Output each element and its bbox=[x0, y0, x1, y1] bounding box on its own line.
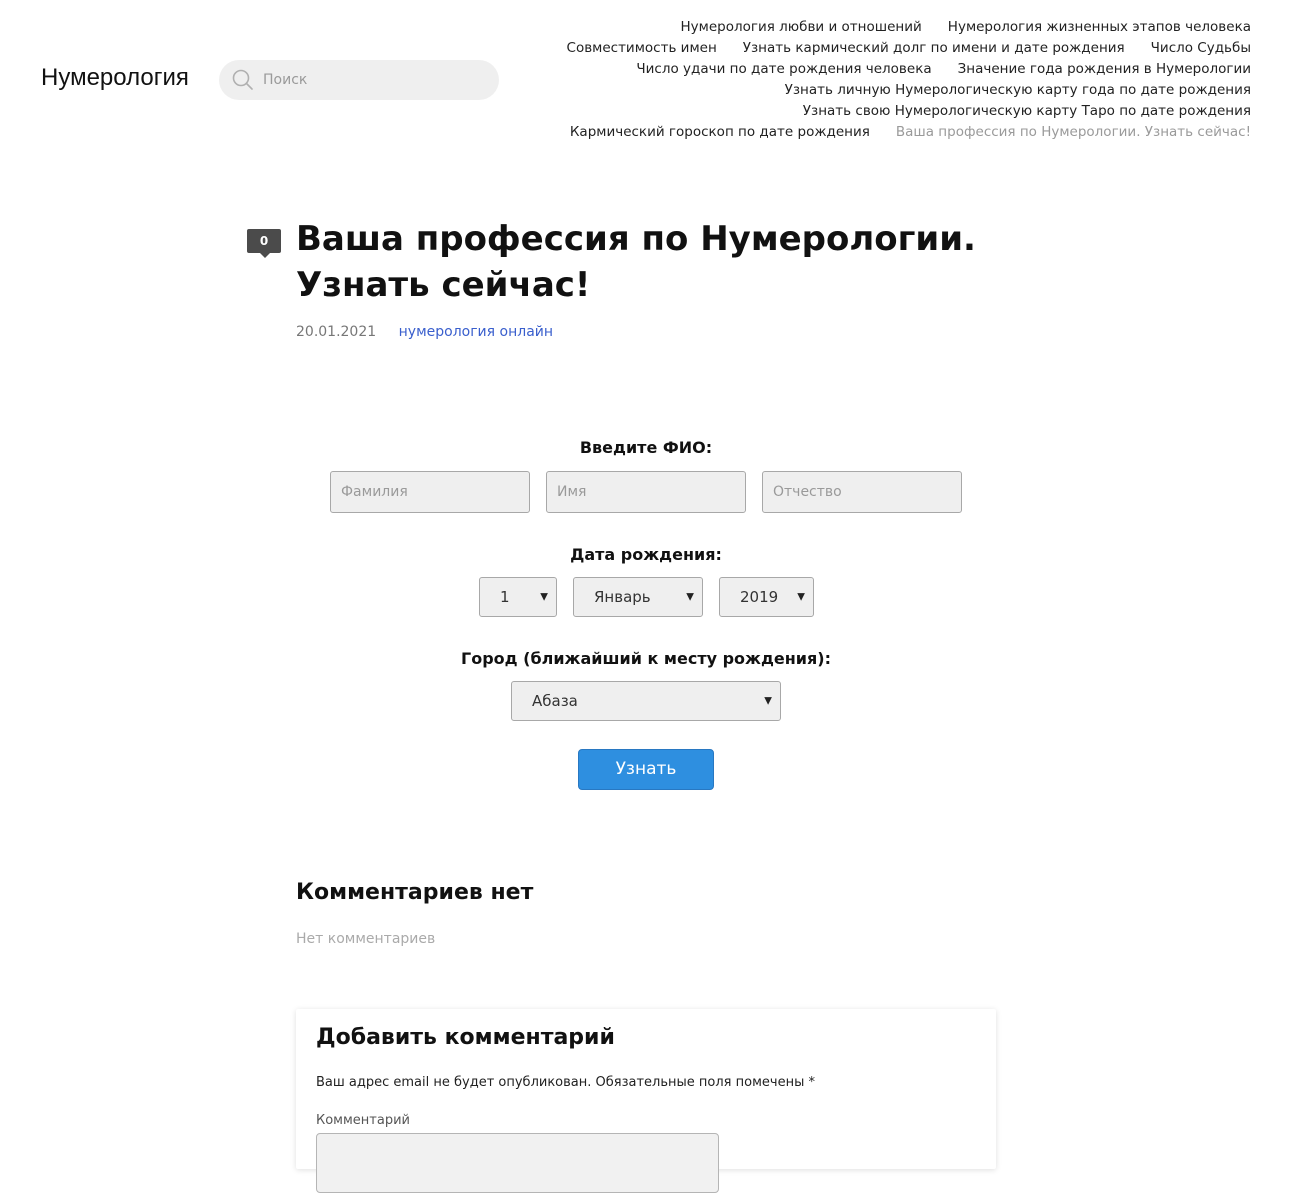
nav-link[interactable]: Кармический гороскоп по дате рождения bbox=[570, 124, 870, 140]
nav-link[interactable]: Узнать кармический долг по имени и дате … bbox=[743, 40, 1125, 56]
nav-row: Число удачи по дате рождения человека Зна… bbox=[531, 59, 1251, 80]
reply-notes: Ваш адрес email не будет опубликован. Об… bbox=[316, 1075, 815, 1090]
caret-down-icon: ▼ bbox=[540, 591, 548, 603]
name-field[interactable] bbox=[546, 471, 746, 513]
city-select-value: Абаза bbox=[532, 692, 578, 710]
search-icon bbox=[232, 69, 253, 90]
nav-row: Кармический гороскоп по дате рождения Ваш… bbox=[531, 122, 1251, 143]
nav-link[interactable]: Число удачи по дате рождения человека bbox=[636, 61, 931, 77]
comment-textarea[interactable] bbox=[316, 1133, 719, 1193]
year-select[interactable]: 2019 ▼ bbox=[719, 577, 814, 617]
city-label: Город (ближайший к месту рождения): bbox=[461, 649, 831, 668]
caret-down-icon: ▼ bbox=[797, 591, 805, 603]
caret-down-icon: ▼ bbox=[686, 591, 694, 603]
comment-field-label: Комментарий bbox=[316, 1113, 410, 1128]
nav-link[interactable]: Нумерология любви и отношений bbox=[681, 19, 922, 35]
no-comments-text: Нет комментариев bbox=[296, 931, 436, 947]
month-select-value: Январь bbox=[594, 588, 651, 606]
search-input[interactable] bbox=[263, 60, 483, 100]
nav-row: Узнать свою Нумерологическую карту Таро … bbox=[531, 101, 1251, 122]
nav-link[interactable]: Узнать свою Нумерологическую карту Таро … bbox=[803, 103, 1251, 119]
nav-link[interactable]: Значение года рождения в Нумерологии bbox=[958, 61, 1251, 77]
fio-label: Введите ФИО: bbox=[579, 438, 713, 457]
site-logo-title[interactable]: Нумерология bbox=[41, 64, 189, 92]
patronymic-field[interactable] bbox=[762, 471, 962, 513]
submit-button[interactable]: Узнать bbox=[578, 749, 714, 790]
city-select[interactable]: Абаза ▼ bbox=[511, 681, 781, 721]
top-navigation: Нумерология любви и отношений Нумерология… bbox=[531, 17, 1251, 143]
reply-form: Добавить комментарий Ваш адрес email не … bbox=[296, 1009, 996, 1193]
nav-link[interactable]: Нумерология жизненных этапов человека bbox=[948, 19, 1251, 35]
month-select[interactable]: Январь ▼ bbox=[573, 577, 703, 617]
nav-link[interactable]: Ваша профессия по Нумерологии. Узнать се… bbox=[896, 124, 1251, 140]
post-category-link[interactable]: нумерология онлайн bbox=[399, 324, 553, 340]
birth-date-label: Дата рождения: bbox=[570, 545, 722, 564]
nav-row: Совместимость имен Узнать кармический дол… bbox=[531, 38, 1251, 59]
reply-title: Добавить комментарий bbox=[316, 1025, 615, 1050]
comment-count-badge[interactable]: 0 bbox=[247, 229, 281, 258]
nav-link[interactable]: Совместимость имен bbox=[567, 40, 717, 56]
nav-link[interactable]: Число Судьбы bbox=[1151, 40, 1251, 56]
nav-row: Узнать личную Нумерологическую карту год… bbox=[531, 80, 1251, 101]
post-date: 20.01.2021 bbox=[296, 324, 377, 340]
comments-title: Комментариев нет bbox=[296, 880, 534, 905]
caret-down-icon: ▼ bbox=[764, 695, 772, 707]
nav-row: Нумерология любви и отношений Нумерология… bbox=[531, 17, 1251, 38]
search-box[interactable] bbox=[219, 60, 499, 100]
year-select-value: 2019 bbox=[740, 588, 779, 606]
nav-link[interactable]: Узнать личную Нумерологическую карту год… bbox=[785, 82, 1251, 98]
post-title: Ваша профессия по Нумерологии. Узнать се… bbox=[296, 219, 976, 305]
post-meta: 20.01.2021 нумерология онлайн bbox=[296, 324, 553, 340]
surname-field[interactable] bbox=[330, 471, 530, 513]
day-select[interactable]: 1 ▼ bbox=[479, 577, 557, 617]
day-select-value: 1 bbox=[500, 588, 510, 606]
